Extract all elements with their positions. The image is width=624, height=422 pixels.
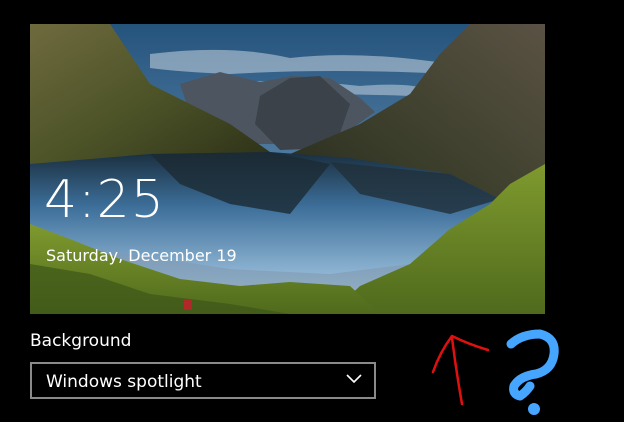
chevron-down-icon — [346, 374, 362, 384]
red-arrow-annotation — [431, 334, 490, 406]
lock-screen-time: 4:25 — [44, 170, 165, 230]
background-dropdown[interactable]: Windows spotlight — [30, 362, 376, 399]
lock-screen-date: Saturday, December 19 — [46, 246, 237, 265]
background-label: Background — [30, 331, 132, 351]
blue-question-mark-annotation — [506, 329, 559, 415]
background-dropdown-value: Windows spotlight — [46, 372, 202, 392]
lock-screen-preview: 4:25 Saturday, December 19 — [30, 24, 545, 314]
landscape-image — [30, 24, 545, 314]
